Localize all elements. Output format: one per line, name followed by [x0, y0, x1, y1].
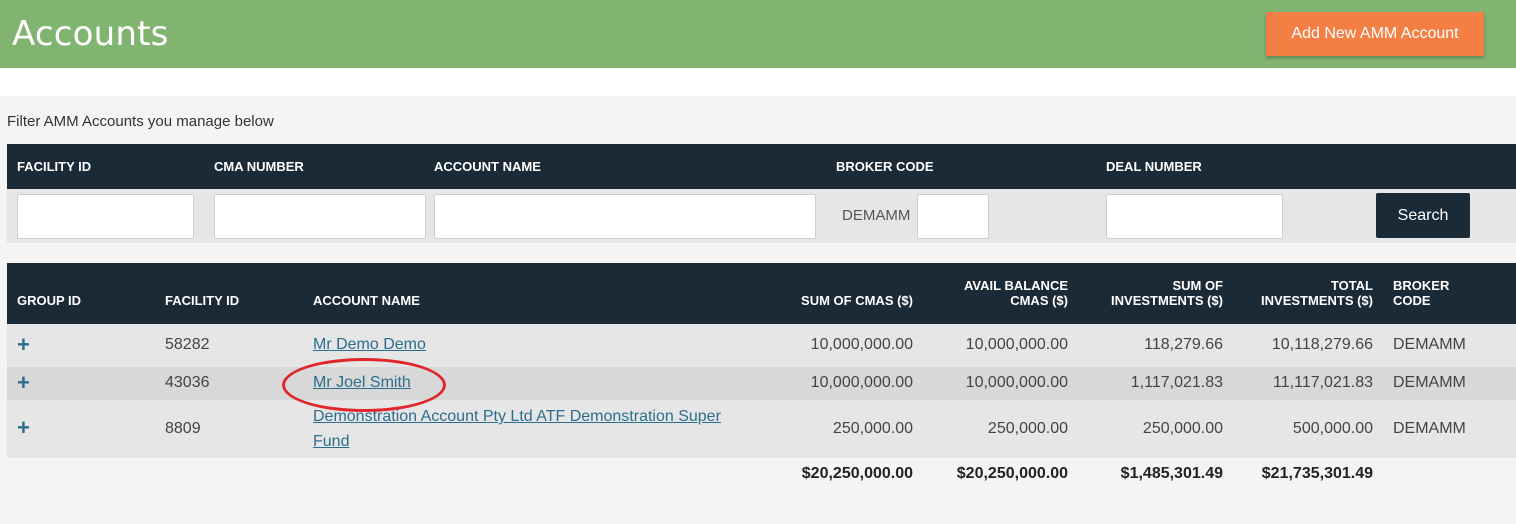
- filter-label-cma-number: CMA NUMBER: [214, 159, 304, 174]
- page-title: Accounts: [12, 14, 169, 54]
- total-total-investments: $21,735,301.49: [1261, 465, 1373, 482]
- table-row: + 8809 Demonstration Account Pty Ltd ATF…: [7, 400, 1516, 458]
- search-button[interactable]: Search: [1376, 193, 1470, 238]
- accounts-table-header: GROUP ID FACILITY ID ACCOUNT NAME SUM OF…: [7, 263, 1516, 324]
- row-total-investments: 11,117,021.83: [1273, 374, 1373, 391]
- deal-number-input[interactable]: [1106, 194, 1283, 239]
- row-total-investments: 500,000.00: [1292, 420, 1373, 437]
- filter-label-broker-code: BROKER CODE: [836, 159, 934, 174]
- row-broker-code: DEMAMM: [1393, 336, 1466, 353]
- account-name-link[interactable]: Mr Joel Smith: [313, 370, 411, 395]
- col-facility-id: FACILITY ID: [165, 293, 240, 308]
- filter-label-deal-number: DEAL NUMBER: [1106, 159, 1202, 174]
- row-facility-id: 58282: [165, 336, 210, 353]
- table-row: + 58282 Mr Demo Demo 10,000,000.00 10,00…: [7, 324, 1516, 367]
- page-header: Accounts Add New AMM Account: [0, 0, 1516, 68]
- col-total-investments-line1: TOTAL: [1330, 278, 1373, 293]
- account-name-link-line1: Demonstration Account Pty Ltd ATF Demons…: [313, 408, 721, 425]
- col-avail-balance: AVAIL BALANCE CMAS ($): [918, 278, 1068, 308]
- filter-label-account-name: ACCOUNT NAME: [434, 159, 541, 174]
- row-facility-id: 43036: [165, 374, 210, 391]
- account-name-input[interactable]: [434, 194, 816, 239]
- facility-id-input[interactable]: [17, 194, 194, 239]
- row-broker-code: DEMAMM: [1393, 374, 1466, 391]
- col-total-investments: TOTAL INVESTMENTS ($): [1223, 278, 1373, 308]
- col-avail-balance-line2: CMAS ($): [1010, 293, 1068, 308]
- broker-code-prefix: DEMAMM: [842, 207, 911, 224]
- expand-plus-icon[interactable]: +: [17, 334, 30, 356]
- account-name-link[interactable]: Mr Demo Demo: [313, 332, 426, 357]
- col-group-id: GROUP ID: [17, 293, 82, 308]
- filter-input-bar: DEMAMM Search: [7, 189, 1516, 243]
- broker-code-input[interactable]: [917, 194, 989, 239]
- col-broker-code-line1: BROKER: [1393, 278, 1450, 293]
- col-sum-cmas: SUM OF CMAS ($): [763, 278, 913, 308]
- row-broker-code: DEMAMM: [1393, 420, 1466, 437]
- cma-number-input[interactable]: [214, 194, 426, 239]
- col-sum-cmas-line2: SUM OF CMAS ($): [801, 293, 913, 308]
- account-name-link[interactable]: Demonstration Account Pty Ltd ATF Demons…: [313, 404, 753, 454]
- expand-plus-icon[interactable]: +: [17, 417, 30, 439]
- filter-label-facility-id: FACILITY ID: [17, 159, 92, 174]
- col-avail-balance-line1: AVAIL BALANCE: [964, 278, 1068, 293]
- filter-caption: Filter AMM Accounts you manage below: [7, 113, 274, 130]
- row-total-investments: 10,118,279.66: [1271, 336, 1373, 353]
- col-broker-code-line2: CODE: [1393, 293, 1431, 308]
- add-amm-account-button[interactable]: Add New AMM Account: [1266, 12, 1484, 56]
- col-total-investments-line2: INVESTMENTS ($): [1261, 293, 1373, 308]
- col-sum-investments: SUM OF INVESTMENTS ($): [1073, 278, 1223, 308]
- row-facility-id: 8809: [165, 420, 201, 437]
- totals-row: $20,250,000.00 $20,250,000.00 $1,485,301…: [7, 458, 1516, 492]
- expand-plus-icon[interactable]: +: [17, 372, 30, 394]
- table-row: + 43036 Mr Joel Smith 10,000,000.00 10,0…: [7, 367, 1516, 400]
- account-name-link-line2: Fund: [313, 433, 350, 450]
- col-sum-investments-line2: INVESTMENTS ($): [1111, 293, 1223, 308]
- filter-header-bar: FACILITY ID CMA NUMBER ACCOUNT NAME BROK…: [7, 144, 1516, 189]
- col-broker-code: BROKER CODE: [1393, 278, 1503, 308]
- header-spacer: [0, 68, 1516, 96]
- col-account-name: ACCOUNT NAME: [313, 293, 420, 308]
- col-sum-cmas-line1: [763, 278, 913, 293]
- col-sum-investments-line1: SUM OF: [1172, 278, 1223, 293]
